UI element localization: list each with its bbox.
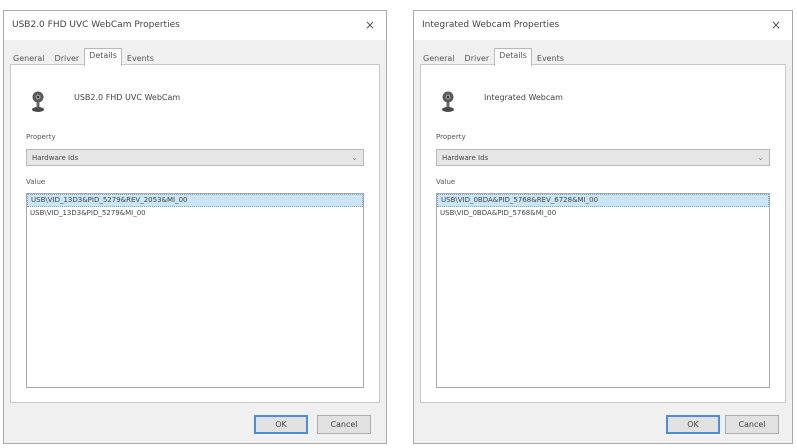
- title-bar[interactable]: USB2.0 FHD UVC WebCam Properties ×: [4, 11, 386, 40]
- value-label: Value: [436, 178, 456, 186]
- property-selected: Hardware Ids: [32, 154, 79, 162]
- value-list[interactable]: USB\VID_13D3&PID_5279&REV_2053&MI_00 USB…: [26, 193, 364, 388]
- property-dropdown[interactable]: Hardware Ids ⌄: [26, 149, 364, 166]
- list-item[interactable]: USB\VID_13D3&PID_5279&REV_2053&MI_00: [27, 194, 363, 207]
- properties-dialog-usb-webcam: USB2.0 FHD UVC WebCam Properties × Gener…: [3, 10, 387, 444]
- ok-button[interactable]: OK: [254, 415, 308, 434]
- value-list[interactable]: USB\VID_0BDA&PID_5768&REV_6728&MI_00 USB…: [436, 193, 770, 388]
- details-panel: USB2.0 FHD UVC WebCam Property Hardware …: [10, 64, 380, 403]
- title-bar[interactable]: Integrated Webcam Properties ×: [414, 11, 792, 40]
- properties-dialog-integrated-webcam: Integrated Webcam Properties × General D…: [413, 10, 793, 444]
- property-selected: Hardware Ids: [442, 154, 489, 162]
- webcam-icon: [32, 91, 44, 112]
- device-name: USB2.0 FHD UVC WebCam: [74, 93, 181, 102]
- cancel-button[interactable]: Cancel: [725, 415, 779, 434]
- tab-bar: General Driver Details Events: [8, 48, 159, 66]
- chevron-down-icon[interactable]: ⌄: [351, 153, 358, 162]
- list-item[interactable]: USB\VID_0BDA&PID_5768&REV_6728&MI_00: [437, 194, 769, 207]
- dialog-title: USB2.0 FHD UVC WebCam Properties: [12, 20, 180, 30]
- list-item[interactable]: USB\VID_13D3&PID_5279&MI_00: [27, 207, 363, 220]
- tab-bar: General Driver Details Events: [418, 48, 569, 66]
- value-label: Value: [26, 178, 46, 186]
- ok-button[interactable]: OK: [666, 415, 720, 434]
- property-dropdown[interactable]: Hardware Ids ⌄: [436, 149, 770, 166]
- chevron-down-icon[interactable]: ⌄: [757, 153, 764, 162]
- tab-details[interactable]: Details: [84, 48, 122, 66]
- property-label: Property: [26, 133, 56, 141]
- tab-details[interactable]: Details: [494, 48, 532, 66]
- close-icon[interactable]: ×: [766, 16, 786, 34]
- cancel-button[interactable]: Cancel: [317, 415, 371, 434]
- property-label: Property: [436, 133, 466, 141]
- device-name: Integrated Webcam: [484, 93, 563, 102]
- close-icon[interactable]: ×: [360, 16, 380, 34]
- dialog-title: Integrated Webcam Properties: [422, 20, 560, 30]
- list-item[interactable]: USB\VID_0BDA&PID_5768&MI_00: [437, 207, 769, 220]
- webcam-icon: [442, 91, 454, 112]
- details-panel: Integrated Webcam Property Hardware Ids …: [420, 64, 786, 403]
